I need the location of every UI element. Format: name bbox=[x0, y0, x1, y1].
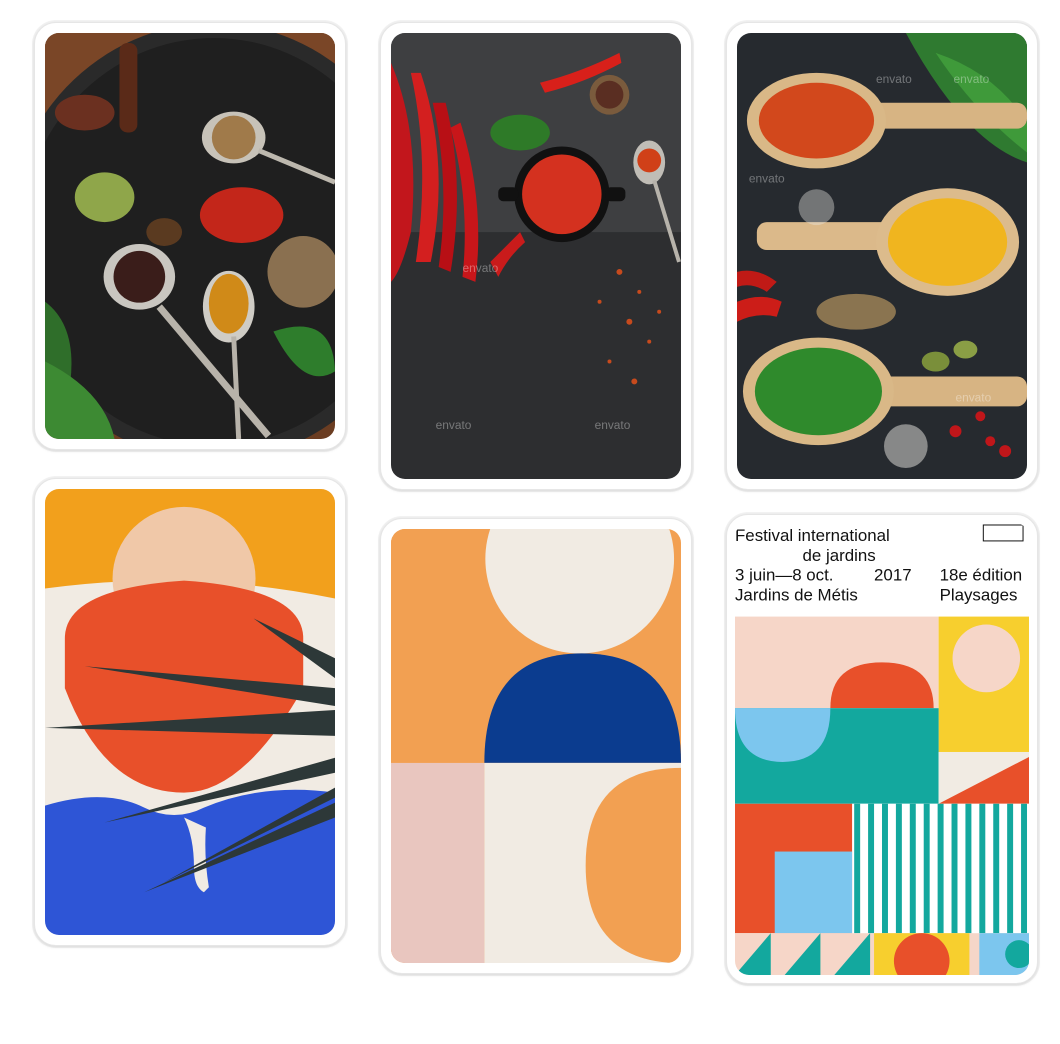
watermark-text: envato bbox=[463, 261, 499, 275]
image-card[interactable]: envato envato envato bbox=[380, 22, 692, 490]
poster-venue: Jardins de Métis bbox=[735, 586, 858, 605]
poster-edition: 18e édition bbox=[940, 566, 1023, 585]
chili-sauce-image: envato envato envato bbox=[391, 33, 681, 479]
watermark-text: envato bbox=[749, 171, 785, 185]
abstract-geometric-image bbox=[391, 529, 681, 963]
watermark-text: envato bbox=[954, 72, 990, 86]
watermark-text: envato bbox=[955, 390, 991, 404]
poster-title-line2: de jardins bbox=[803, 546, 876, 565]
poster-title-line1: Festival international bbox=[735, 526, 890, 545]
image-card[interactable] bbox=[380, 518, 692, 974]
poster-dates: 3 juin—8 oct. bbox=[735, 566, 833, 585]
image-card[interactable] bbox=[34, 22, 346, 450]
image-card[interactable] bbox=[34, 478, 346, 946]
poster-theme: Playsages bbox=[940, 586, 1018, 605]
festival-poster-image: Festival international de jardins 3 juin… bbox=[735, 523, 1029, 975]
quebec-logo bbox=[982, 524, 1024, 542]
watermark-text: envato bbox=[436, 418, 472, 432]
image-card[interactable]: Festival international de jardins 3 juin… bbox=[726, 514, 1038, 984]
watermark-text: envato bbox=[876, 72, 912, 86]
abstract-sunset-image bbox=[45, 489, 335, 935]
watermark-text: envato bbox=[595, 418, 631, 432]
image-card[interactable]: envato envato envato envato bbox=[726, 22, 1038, 490]
poster-year: 2017 bbox=[874, 566, 912, 585]
spice-plate-image bbox=[45, 33, 335, 439]
wooden-spoons-image: envato envato envato envato bbox=[737, 33, 1027, 479]
